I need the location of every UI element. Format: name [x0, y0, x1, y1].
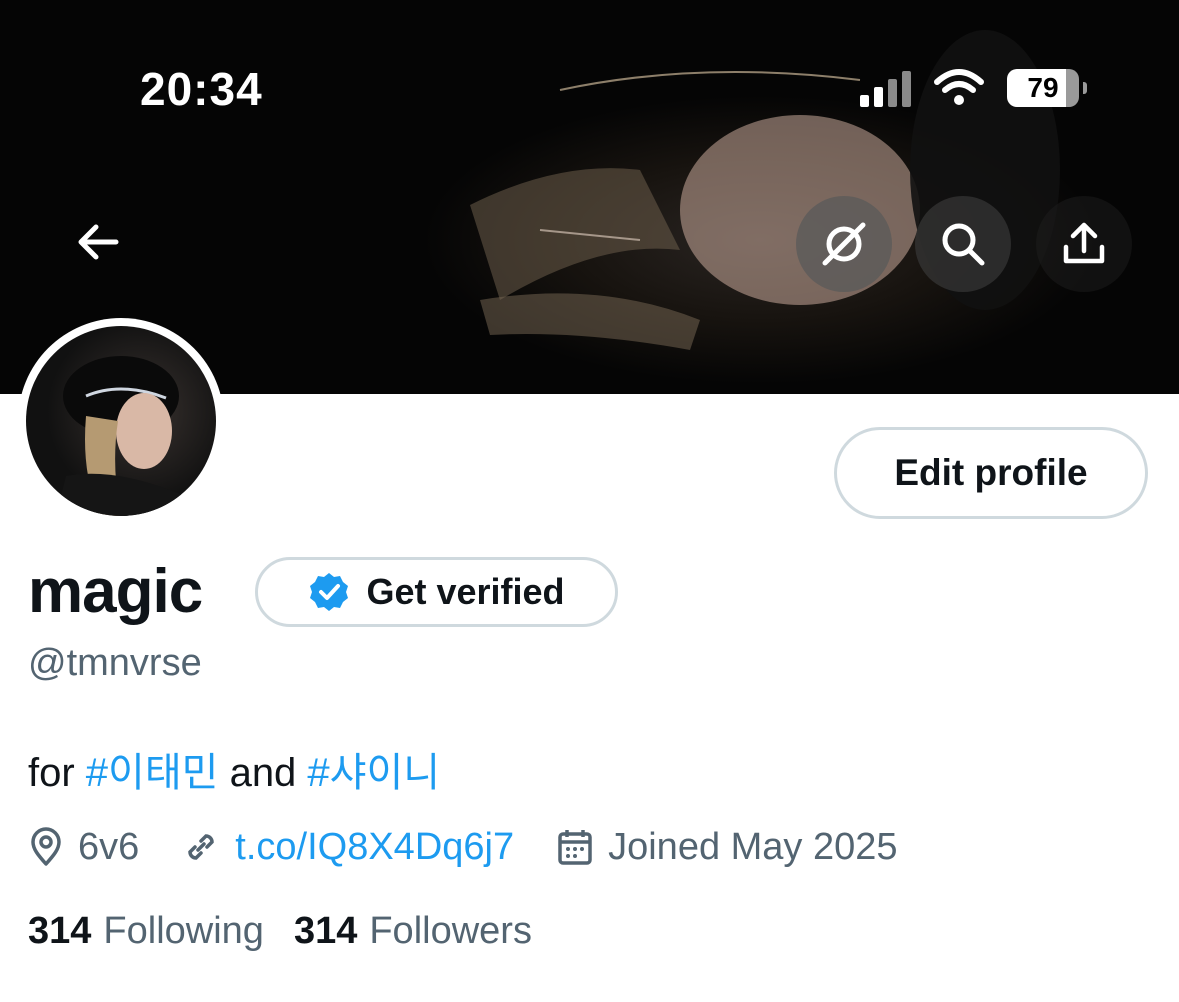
following-count: 314 [28, 910, 92, 952]
profile-bio: for #이태민 and #샤이니 [28, 740, 440, 798]
following-link[interactable]: 314 Following [28, 910, 264, 953]
edit-profile-button[interactable]: Edit profile [834, 427, 1148, 519]
bio-text: and [218, 751, 308, 795]
location-item: 6v6 [28, 826, 139, 869]
calendar-icon [558, 830, 592, 865]
battery-level: 79 [1027, 72, 1059, 103]
battery-icon: 79 [1007, 69, 1087, 107]
profile-meta: 6v6 t.co/IQ8X4Dq6j7 Joined May 2025 [28, 822, 940, 872]
profile-avatar[interactable] [18, 318, 224, 524]
back-button[interactable] [50, 194, 146, 290]
get-verified-label: Get verified [366, 571, 565, 612]
status-icons: 79 [860, 66, 1087, 110]
status-time: 20:34 [140, 63, 263, 115]
joined-date: Joined May 2025 [608, 825, 898, 868]
arrow-left-icon [78, 224, 119, 260]
share-icon [1063, 222, 1105, 264]
follow-stats: 314 Following 314 Followers [28, 910, 532, 953]
hashtag-link[interactable]: #이태민 [86, 751, 219, 795]
wifi-icon [934, 69, 984, 105]
followers-link[interactable]: 314 Followers [294, 910, 532, 953]
link-icon [188, 834, 215, 860]
search-icon [942, 223, 985, 266]
share-button[interactable] [1036, 196, 1132, 292]
verified-badge-icon [310, 573, 349, 611]
website-link[interactable]: t.co/IQ8X4Dq6j7 [235, 826, 514, 869]
user-handle: @tmnvrse [28, 642, 202, 684]
following-label: Following [103, 910, 264, 952]
followers-label: Followers [369, 910, 532, 952]
location-pin-icon [31, 827, 61, 866]
search-button[interactable] [915, 196, 1011, 292]
get-verified-button[interactable]: Get verified [255, 557, 618, 627]
grok-icon [822, 222, 866, 266]
grok-button[interactable] [796, 196, 892, 292]
bio-text: for [28, 751, 86, 795]
hashtag-link[interactable]: #샤이니 [307, 751, 440, 795]
website-item[interactable]: t.co/IQ8X4Dq6j7 [181, 826, 514, 869]
location-text: 6v6 [78, 825, 140, 868]
cellular-signal-icon [860, 69, 911, 107]
joined-item: Joined May 2025 [556, 825, 898, 869]
display-name: magic [28, 557, 203, 626]
avatar-photo [56, 356, 196, 516]
followers-count: 314 [293, 910, 358, 952]
avatar-image [26, 326, 216, 516]
